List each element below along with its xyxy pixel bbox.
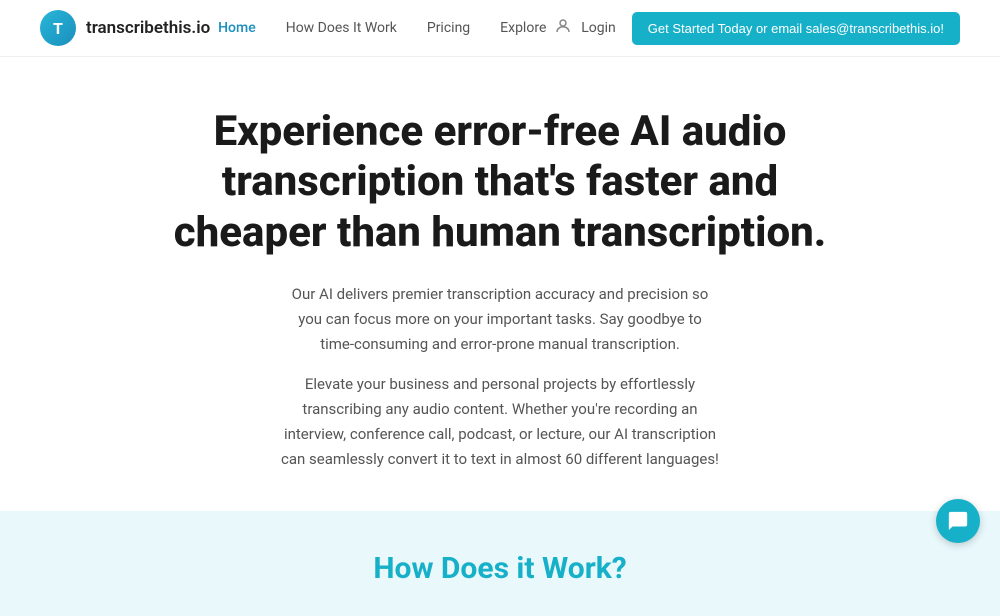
logo-icon: T — [40, 10, 76, 46]
hero-title: Experience error-free AI audio transcrip… — [150, 107, 850, 258]
logo-area: T transcribethis.io — [40, 10, 210, 46]
main-nav: Home How Does It Work Pricing Explore — [218, 20, 546, 36]
hero-subtitle-2: Elevate your business and personal proje… — [275, 372, 725, 471]
hero-subtitle-1: Our AI delivers premier transcription ac… — [280, 282, 720, 356]
hero-section: Experience error-free AI audio transcrip… — [0, 57, 1000, 511]
login-link[interactable]: Login — [554, 17, 616, 39]
cta-button[interactable]: Get Started Today or email sales@transcr… — [632, 12, 960, 45]
chat-bubble[interactable] — [936, 499, 980, 543]
how-section-title: How Does it Work? — [40, 551, 960, 586]
user-icon — [554, 17, 572, 39]
nav-how-it-works[interactable]: How Does It Work — [286, 20, 397, 36]
nav-explore[interactable]: Explore — [500, 20, 546, 36]
nav-pricing[interactable]: Pricing — [427, 20, 470, 36]
site-header: T transcribethis.io Home How Does It Wor… — [0, 0, 1000, 57]
how-section: How Does it Work? — [0, 511, 1000, 616]
logo-text: transcribethis.io — [86, 18, 210, 38]
header-actions: Login Get Started Today or email sales@t… — [554, 12, 960, 45]
nav-home[interactable]: Home — [218, 20, 256, 36]
